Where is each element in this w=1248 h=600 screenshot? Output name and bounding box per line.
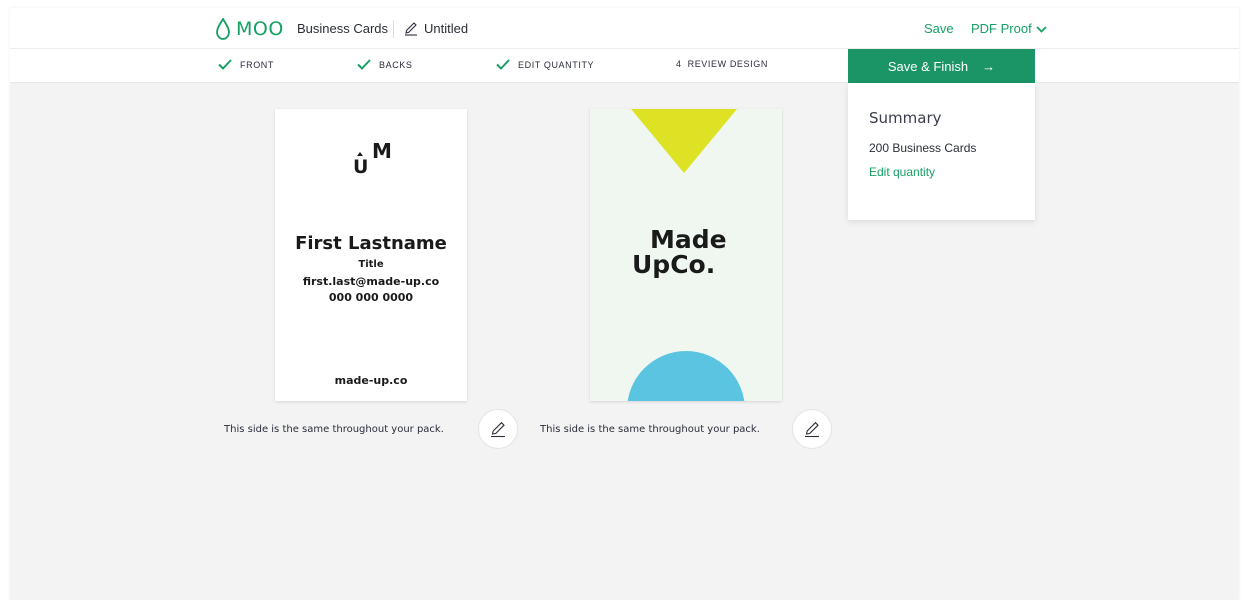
card-website: made-up.co [334,374,408,387]
step-edit-quantity[interactable]: EDIT QUANTITY [496,59,594,70]
check-icon [218,59,232,70]
pdf-proof-dropdown[interactable]: PDF Proof [971,21,1047,36]
back-card-preview[interactable]: Made UpCo. [590,109,782,401]
svg-text:U: U [353,156,368,178]
card-email: first.last@made-up.co [302,275,440,288]
step-number: 4 [676,59,682,69]
summary-panel: Summary 200 Business Cards Edit quantity [848,83,1035,220]
top-header: MOO Business Cards Untitled Save PDF Pro… [10,8,1239,49]
brand-line-2: UpCo. [632,250,716,279]
back-caption: This side is the same throughout your pa… [540,424,760,435]
step-label: REVIEW DESIGN [687,59,768,69]
made-up-co-logo: M U [353,139,392,178]
step-front[interactable]: FRONT [218,59,274,70]
summary-title: Summary [869,109,942,127]
step-label: BACKS [379,59,413,70]
save-and-finish-button[interactable]: Save & Finish → [848,49,1035,83]
edit-back-button[interactable] [792,409,832,449]
front-caption: This side is the same throughout your pa… [224,424,444,435]
front-card-preview[interactable]: M U First Lastname Title first.last@made… [275,109,467,401]
circle-shape [627,351,745,401]
svg-text:M: M [372,139,392,163]
cta-label: Save & Finish [887,58,969,74]
check-icon [496,59,510,70]
summary-quantity: 200 Business Cards [869,141,977,155]
step-label: EDIT QUANTITY [518,59,595,70]
moo-logo[interactable]: MOO [215,17,284,41]
step-backs[interactable]: BACKS [357,59,413,70]
app-frame: MOO Business Cards Untitled Save PDF Pro… [10,8,1239,600]
progress-steps: FRONT BACKS EDIT QUANTITY 4 REVIEW DESIG… [10,49,1239,83]
save-link[interactable]: Save [924,21,954,36]
document-title[interactable]: Untitled [424,21,468,36]
step-review-design[interactable]: 4 REVIEW DESIGN [676,59,768,69]
triangle-shape [631,109,737,173]
pencil-icon [805,421,819,438]
card-title: Title [358,259,384,270]
edit-front-button[interactable] [478,409,518,449]
card-phone: 000 000 0000 [328,291,414,304]
edit-quantity-link[interactable]: Edit quantity [869,165,935,179]
product-name: Business Cards [297,21,389,36]
drop-icon [216,18,230,40]
step-label: FRONT [240,59,274,70]
pdf-proof-label: PDF Proof [971,21,1032,36]
card-name: First Lastname [295,233,447,254]
chevron-down-icon [1036,25,1047,33]
arrow-right-icon: → [982,58,996,74]
brand-line-1: Made [650,225,727,254]
pencil-icon [491,421,505,438]
back-brand-text: Made UpCo. [624,227,774,277]
brand-name: MOO [236,18,284,40]
divider [393,20,394,38]
pencil-icon[interactable] [403,20,419,36]
check-icon [357,59,371,70]
